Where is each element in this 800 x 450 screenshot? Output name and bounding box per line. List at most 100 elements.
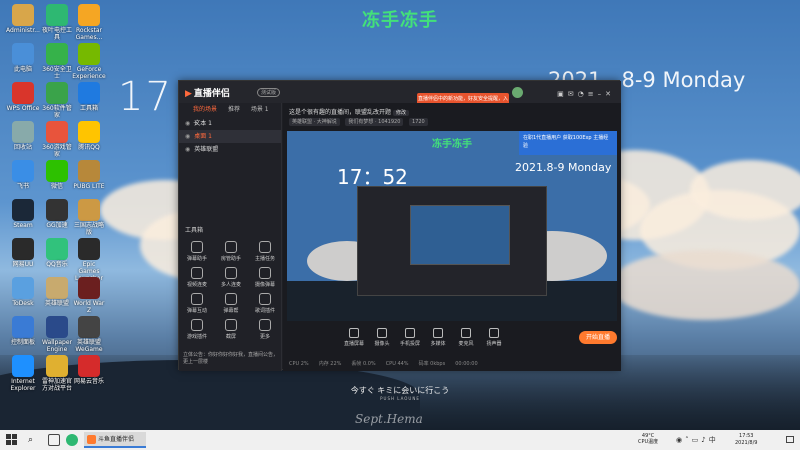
desktop-icon[interactable]: WPS Office <box>6 82 40 112</box>
category-tag[interactable]: 英雄联盟 · 大神解说 <box>289 118 340 126</box>
qq-icon <box>78 121 100 143</box>
tool-item[interactable]: 弹幕互动 <box>183 293 211 314</box>
tool-item[interactable]: 截屏 <box>217 319 245 340</box>
desktop-icon[interactable]: 360安全卫士 <box>40 43 74 80</box>
tray-icon[interactable]: ◉ <box>676 436 685 444</box>
stream-preview[interactable]: 冻手冻手 17：52 2021.8-9 Monday <box>287 131 617 321</box>
edit-title-button[interactable]: 修改 <box>392 110 409 116</box>
desktop-icon[interactable]: 360软件管家 <box>40 82 74 119</box>
cpu-temp-widget[interactable]: 49°C CPU温度 <box>638 433 658 445</box>
desktop-icon[interactable]: 回收站 <box>6 121 40 151</box>
scene-item[interactable]: ◉ 文本 1 <box>179 117 281 130</box>
desktop-icon[interactable]: PUBG LITE <box>72 160 106 190</box>
source-button-icon <box>433 328 443 338</box>
green-app-icon <box>46 4 68 26</box>
tool-icon <box>259 293 271 305</box>
taskbar: ⌕ 斗鱼直播伴侣 49°C CPU温度 ◉˄▭♪中 17:53 2021/8/9 <box>0 430 800 450</box>
tool-item[interactable]: 房管助手 <box>217 241 245 262</box>
desktop-icon[interactable]: 360游戏管家 <box>40 121 74 158</box>
notification-icon[interactable] <box>786 436 794 443</box>
tool-item[interactable]: 主播任务 <box>251 241 279 262</box>
tag-row: 英雄联盟 · 大神解说 我们有梦想 · 1041920 1720 <box>289 118 432 126</box>
close-icon[interactable]: ✕ <box>605 90 615 98</box>
task-view-icon[interactable] <box>48 434 60 446</box>
desktop-icon[interactable]: GeForce Experience <box>72 43 106 80</box>
gift-icon[interactable]: ▣ <box>557 90 568 98</box>
message-icon[interactable]: ✉ <box>568 90 578 98</box>
desktop-icon[interactable]: Internet Explorer <box>6 355 40 392</box>
desktop-icon[interactable]: 控制面板 <box>6 316 40 346</box>
desktop-icon[interactable]: World War Z <box>72 277 106 314</box>
desktop-icon-label: 360游戏管家 <box>42 144 72 158</box>
taskbar-clock[interactable]: 17:53 2021/8/9 <box>735 433 757 447</box>
desktop-icon[interactable]: ToDesk <box>6 277 40 307</box>
promo-banner[interactable]: 在职1代直播用户 获取100Exp 主播经验 <box>519 131 617 155</box>
scene-item[interactable]: ◉ 英雄联盟 <box>179 143 281 156</box>
desktop-icon[interactable]: 腾讯QQ <box>72 121 106 151</box>
desktop-icon-label: 英雄联盟 <box>44 300 69 307</box>
minimize-icon[interactable]: – <box>598 90 606 98</box>
app-pin-icon[interactable] <box>66 434 78 446</box>
desktop-icon[interactable]: 此电脑 <box>6 43 40 73</box>
desktop-icon[interactable]: 夜叶电控工具 <box>40 4 74 41</box>
tool-label: 视频连麦 <box>186 282 207 288</box>
tool-item[interactable]: 摄像弹幕 <box>251 267 279 288</box>
eye-icon[interactable]: ◉ <box>185 133 190 140</box>
volume-icon[interactable]: ♪ <box>701 436 708 444</box>
desktop-icon[interactable]: 英雄联盟 WeGame <box>72 316 106 353</box>
network-icon[interactable]: ▭ <box>692 436 702 444</box>
steam-icon <box>12 199 34 221</box>
desktop-icon[interactable]: 微信 <box>40 160 74 190</box>
source-button[interactable]: 摄像头 <box>369 328 395 347</box>
computer-icon <box>12 43 34 65</box>
tool-icon <box>225 319 237 331</box>
bell-icon[interactable]: ◔ <box>578 90 588 98</box>
desktop-icon[interactable]: 雷神加速官方对战平台 <box>40 355 74 392</box>
eye-icon[interactable]: ◉ <box>185 146 190 153</box>
start-live-button[interactable]: 开始直播 <box>579 331 617 344</box>
desktop-icon[interactable]: 英雄联盟 <box>40 277 74 307</box>
desktop-icon[interactable]: Epic Games Launcher <box>72 238 106 282</box>
tool-item[interactable]: 歌词插件 <box>251 293 279 314</box>
desktop-icon[interactable]: Steam <box>6 199 40 229</box>
source-button[interactable]: 手机投屏 <box>397 328 423 347</box>
source-button[interactable]: 麦克风 <box>453 328 479 347</box>
tab-my-scenes[interactable]: 我的场景 <box>193 106 217 113</box>
desktop-icon[interactable]: Administr... <box>6 4 40 34</box>
source-button[interactable]: 多媒体 <box>425 328 451 347</box>
ime-icon[interactable]: 中 <box>709 436 719 444</box>
desktop-icon[interactable]: QQ音乐 <box>40 238 74 268</box>
desktop-icon[interactable]: 飞书 <box>6 160 40 190</box>
tool-icon <box>259 267 271 279</box>
taskbar-app-live-companion[interactable]: 斗鱼直播伴侣 <box>84 432 146 448</box>
tab-scene-1[interactable]: 场景 1 <box>251 106 269 113</box>
search-icon[interactable]: ⌕ <box>28 434 40 446</box>
windows-start-icon[interactable] <box>6 434 18 446</box>
lol-icon <box>46 277 68 299</box>
source-button[interactable]: 扬声器 <box>481 328 507 347</box>
desktop-icon[interactable]: 工具箱 <box>72 82 106 112</box>
scene-item-label: 英雄联盟 <box>194 146 219 153</box>
desktop-icon[interactable]: 网易UU <box>6 238 40 268</box>
tab-recommend[interactable]: 推荐 <box>228 106 240 113</box>
tool-item[interactable]: 游戏插件 <box>183 319 211 340</box>
desktop-icon[interactable]: Rockstar Games... <box>72 4 106 41</box>
desktop-icon[interactable]: GG加速 <box>40 199 74 229</box>
source-button[interactable]: 直播屏幕 <box>341 328 367 347</box>
desktop-icon[interactable]: 三国志战略版 <box>72 199 106 236</box>
tool-item[interactable]: 弹幕帮 <box>217 293 245 314</box>
tool-item[interactable]: 视频连麦 <box>183 267 211 288</box>
scene-item-selected[interactable]: ◉ 桌面 1 <box>179 130 281 143</box>
tool-item[interactable]: 弹幕助手 <box>183 241 211 262</box>
tool-item[interactable]: 更多 <box>251 319 279 340</box>
pubg-icon <box>78 160 100 182</box>
desktop-icon[interactable]: 网易云音乐 <box>72 355 106 385</box>
menu-icon[interactable]: ≡ <box>588 90 598 98</box>
desktop-icon-label: 微信 <box>50 183 63 190</box>
eye-icon[interactable]: ◉ <box>185 120 190 127</box>
avatar[interactable] <box>512 87 523 98</box>
live-title-text[interactable]: 这是个很有趣的直播间，联盟乱改开题 <box>289 109 391 116</box>
desktop-icon[interactable]: Wallpaper Engine <box>40 316 74 353</box>
tool-item[interactable]: 多人连麦 <box>217 267 245 288</box>
tool-icon <box>259 319 271 331</box>
